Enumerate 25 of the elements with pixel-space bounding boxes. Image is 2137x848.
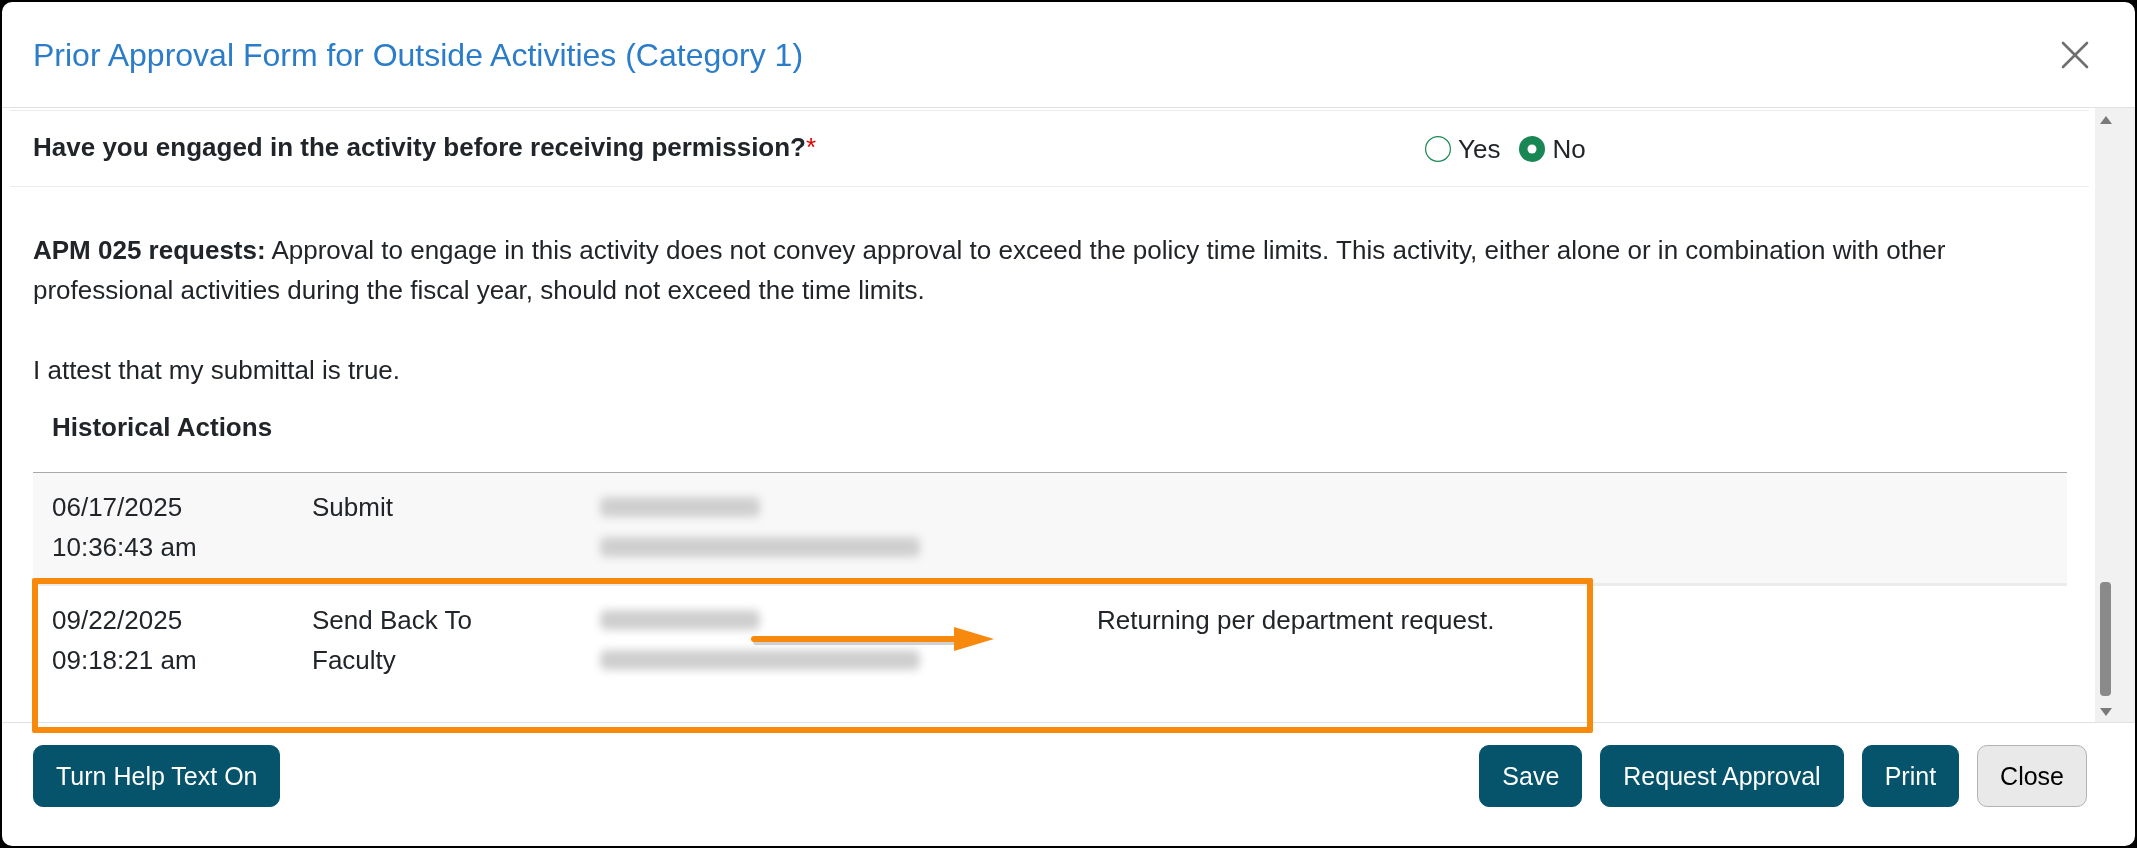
scrollbar-track[interactable] [2095,108,2135,722]
action-text: Send Back To Faculty [312,605,472,675]
dialog-title: Prior Approval Form for Outside Activities (Category 1) [33,38,804,71]
action-text: Submit [312,492,393,522]
primary-button[interactable]: Print [1861,745,1960,807]
section-heading: Historical Actions [52,412,273,442]
primary-button[interactable]: Save [1479,745,1583,807]
primary-button[interactable]: Request Approval [1600,745,1844,807]
comment-text: Returning per department request. [1097,605,1495,635]
radio-option[interactable]: No [1519,135,1586,162]
scroll-up-arrow-icon[interactable] [2100,116,2112,124]
radio-option[interactable]: Yes [1425,135,1501,162]
date-text: 06/17/2025 [52,491,183,524]
time-text: 10:36:43 am [52,531,197,564]
scrollbar-thumb[interactable] [2100,582,2111,696]
date-text: 09/22/2025 [52,604,183,637]
attestation-text: I attest that my submittal is true. [33,355,401,385]
primary-button[interactable]: Turn Help Text On [33,745,281,807]
secondary-button[interactable]: Close [1977,745,2087,807]
time-text: 09:18:21 am [52,644,197,677]
scroll-down-arrow-icon[interactable] [2100,708,2112,716]
close-button[interactable] [2061,40,2089,69]
close-icon [2061,40,2089,69]
policy-notice-text: APM 025 requests: Approval to engage in this activity does not convey approval to exceed the policy time limits. This activity, either alone or in combination with other professional activities during the fiscal year, should not exceed the time limits. [33,234,1947,307]
question-label: Have you engaged in the activity before receiving permission?* [33,132,817,162]
